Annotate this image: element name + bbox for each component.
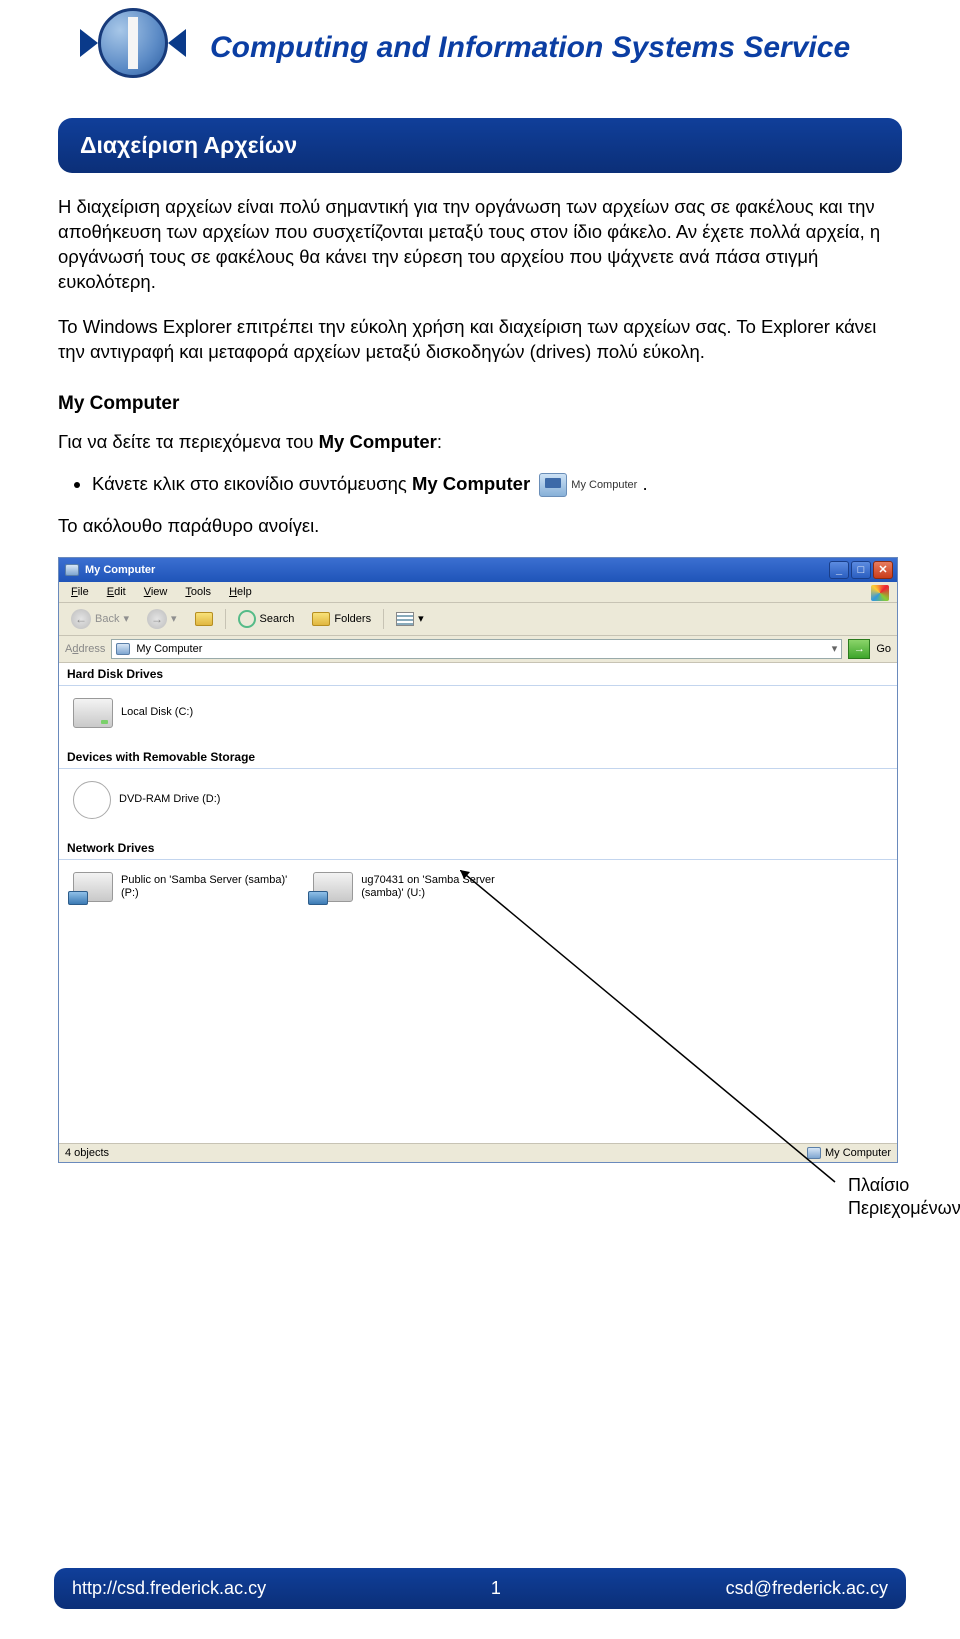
group-header-hdd: Hard Disk Drives [59,663,897,686]
after-text: Το ακόλουθο παράθυρο ανοίγει. [58,515,902,537]
callout-line1: Πλαίσιο [848,1174,960,1197]
go-label: Go [876,643,891,655]
network-drive-icon [313,872,353,902]
up-button[interactable] [189,610,219,628]
address-label: Address [65,643,105,655]
forward-button[interactable]: → ▾ [141,607,183,631]
back-button[interactable]: ← Back ▾ [65,607,135,631]
footer-email: csd@frederick.ac.cy [726,1578,888,1599]
banner-title: Διαχείριση Αρχείων [58,118,902,173]
bullet-list: Κάνετε κλικ στο εικονίδιο συντόμευσης My… [92,473,902,497]
content-pane: Hard Disk Drives Local Disk (C:) Devices… [59,663,897,1143]
drive-network-u[interactable]: ug70431 on 'Samba Server (samba)' (U:) [313,872,495,902]
address-input[interactable]: My Computer ▾ [111,639,842,659]
chevron-left-icon [80,29,98,57]
group-header-removable: Devices with Removable Storage [59,746,897,769]
go-button[interactable]: → [848,639,870,659]
logo [80,8,186,78]
intro-pre: Για να δείτε τα περιεχόμενα του [58,431,319,452]
windows-flag-icon [871,585,889,601]
folders-label: Folders [334,613,371,625]
menu-edit[interactable]: Edit [99,584,134,600]
menu-file[interactable]: File [63,584,97,600]
dropdown-icon: ▾ [171,612,177,625]
shortcut-label: My Computer [571,479,637,491]
drive-label-line2: (samba)' (U:) [361,887,495,900]
paragraph-1: Η διαχείριση αρχείων είναι πολύ σημαντικ… [58,195,902,295]
menubar: File Edit View Tools Help [59,582,897,603]
window-icon [65,564,79,576]
chevron-right-icon [168,29,186,57]
drive-label-line1: Public on 'Samba Server (samba)' [121,874,287,887]
forward-arrow-icon: → [147,609,167,629]
minimize-button[interactable]: _ [829,561,849,579]
intro-post: : [437,431,442,452]
bullet-pre: Κάνετε κλικ στο εικονίδιο συντόμευσης [92,473,412,494]
dropdown-icon: ▾ [418,612,424,625]
section-intro: Για να δείτε τα περιεχόμενα του My Compu… [58,431,902,453]
separator [225,609,226,629]
search-label: Search [260,613,295,625]
window-title: My Computer [85,564,155,576]
network-drive-icon [73,872,113,902]
page-footer: http://csd.frederick.ac.cy 1 csd@frederi… [54,1568,906,1609]
menu-tools[interactable]: Tools [177,584,219,600]
drive-dvd-d[interactable]: DVD-RAM Drive (D:) [73,781,220,819]
status-object-count: 4 objects [65,1147,109,1159]
drive-network-p[interactable]: Public on 'Samba Server (samba)' (P:) [73,872,287,902]
my-computer-window: My Computer _ □ ✕ File Edit View Tools H… [58,557,898,1163]
my-computer-icon [539,473,567,497]
drive-label: DVD-RAM Drive (D:) [119,793,220,806]
drive-local-c[interactable]: Local Disk (C:) [73,698,193,728]
intro-bold: My Computer [319,431,437,452]
list-item: Κάνετε κλικ στο εικονίδιο συντόμευσης My… [92,473,902,497]
my-computer-shortcut: My Computer [539,473,637,497]
search-button[interactable]: Search [232,608,301,630]
drive-label-line1: ug70431 on 'Samba Server [361,874,495,887]
folders-icon [312,612,330,626]
page-header: Computing and Information Systems Servic… [0,0,960,78]
dropdown-icon: ▾ [123,612,129,625]
paragraph-2: Το Windows Explorer επιτρέπει την εύκολη… [58,315,902,365]
back-arrow-icon: ← [71,609,91,629]
callout-line2: Περιεχομένων [848,1197,960,1220]
address-bar: Address My Computer ▾ → Go [59,636,897,663]
close-button[interactable]: ✕ [873,561,893,579]
header-title: Computing and Information Systems Servic… [210,31,850,65]
drive-label: Local Disk (C:) [121,706,193,719]
dropdown-icon[interactable]: ▾ [832,642,838,655]
my-computer-icon [807,1147,821,1159]
maximize-button[interactable]: □ [851,561,871,579]
address-value: My Computer [136,643,202,655]
logo-circle-icon [98,8,168,78]
search-icon [238,610,256,628]
separator [383,609,384,629]
callout-label: Πλαίσιο Περιεχομένων [848,1174,960,1219]
menu-view[interactable]: View [136,584,176,600]
group-header-network: Network Drives [59,837,897,860]
back-label: Back [95,613,119,625]
titlebar[interactable]: My Computer _ □ ✕ [59,558,897,582]
toolbar: ← Back ▾ → ▾ Search Folders [59,603,897,636]
footer-url: http://csd.frederick.ac.cy [72,1578,266,1599]
footer-page: 1 [491,1578,501,1599]
folders-button[interactable]: Folders [306,610,377,628]
status-bar: 4 objects My Computer [59,1143,897,1162]
section-heading: My Computer [58,393,902,415]
menu-help[interactable]: Help [221,584,260,600]
views-icon [396,612,414,626]
hard-drive-icon [73,698,113,728]
status-location: My Computer [825,1147,891,1159]
drive-label-line2: (P:) [121,887,287,900]
my-computer-icon [116,643,130,655]
bullet-bold: My Computer [412,473,530,494]
folder-up-icon [195,612,213,626]
dvd-drive-icon [73,781,111,819]
views-button[interactable]: ▾ [390,610,430,628]
